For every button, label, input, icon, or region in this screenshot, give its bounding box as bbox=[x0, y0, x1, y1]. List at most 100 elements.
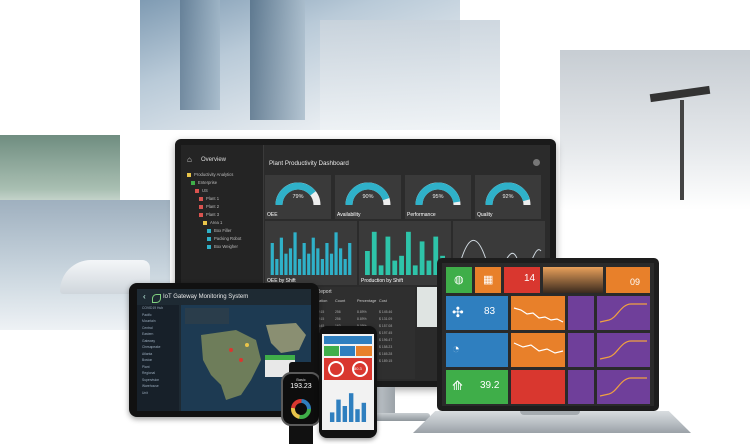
table-cell: $ 131.09 bbox=[379, 317, 393, 321]
tree-item[interactable]: Productivity Analytics bbox=[187, 171, 241, 179]
watch-ring-chart bbox=[291, 399, 311, 419]
calendar-value: 14 bbox=[524, 273, 536, 284]
user-icon[interactable] bbox=[533, 159, 540, 166]
tree-node-icon bbox=[195, 188, 199, 193]
tree-item-label: Area 1 bbox=[210, 220, 223, 225]
gauge-card-availability[interactable]: 90% Availability bbox=[335, 175, 401, 219]
watch-title: Basic bbox=[296, 378, 306, 382]
bar bbox=[307, 253, 311, 275]
table-column-header[interactable]: Percentage bbox=[357, 299, 379, 303]
wind-value: 83 bbox=[484, 306, 496, 317]
gauge-label: OEE bbox=[267, 212, 278, 218]
tablet-app-title: IoT Gateway Monitoring System bbox=[163, 294, 249, 300]
building-icon: ▦ bbox=[483, 274, 494, 286]
phone-bar-chart bbox=[329, 393, 367, 422]
factory-count-tile[interactable]: 09 bbox=[606, 267, 650, 293]
tree-item[interactable]: Enterprise bbox=[187, 179, 241, 187]
tree-item[interactable]: Plant 2 bbox=[187, 203, 241, 211]
tree-node-icon bbox=[199, 204, 203, 209]
tree-item[interactable]: Plant 1 bbox=[187, 195, 241, 203]
tree-item-label: Box Filler bbox=[214, 228, 232, 233]
factory-robot-photo bbox=[320, 20, 500, 130]
tree-item-label: Plant 3 bbox=[206, 212, 220, 217]
table-cell: $ 157.08 bbox=[379, 324, 393, 328]
gauge-card-performance[interactable]: 95% Performance bbox=[405, 175, 471, 219]
building-tile[interactable]: ▦ bbox=[475, 267, 501, 293]
table-column-header[interactable]: Cost bbox=[379, 299, 401, 303]
bar bbox=[329, 412, 335, 422]
table-column-header[interactable]: Count bbox=[335, 299, 357, 303]
gauge-card-oee[interactable]: 79% OEE bbox=[265, 175, 331, 219]
tree-item-label: Packing Robot bbox=[214, 236, 242, 241]
bar bbox=[336, 399, 341, 422]
bar bbox=[334, 232, 338, 275]
table-cell: $ 197.45 bbox=[379, 331, 393, 335]
bar bbox=[419, 241, 425, 275]
smartwatch: Basic 193.23 bbox=[281, 372, 321, 426]
table-cell: $ 165.28 bbox=[379, 352, 393, 356]
globe-icon: ◍ bbox=[454, 274, 464, 286]
power-value: 39.2 bbox=[480, 380, 500, 391]
purple-tile-2 bbox=[568, 333, 594, 367]
oee-by-shift-panel: OEE by Shift bbox=[265, 221, 357, 285]
bar bbox=[316, 248, 320, 275]
table-cell: $ 145.46 bbox=[379, 310, 393, 314]
tablet-sidebar-item[interactable]: Unit bbox=[137, 390, 179, 397]
tree-item[interactable]: Box Filler bbox=[187, 227, 241, 235]
phone-kpi-value: 80.3 bbox=[354, 366, 362, 371]
power-tower-tile[interactable]: ⟰ 39.2 bbox=[446, 370, 508, 404]
globe-tile[interactable]: ◍ bbox=[446, 267, 472, 293]
phone-tile-orange[interactable] bbox=[356, 346, 372, 356]
tree-item[interactable]: Packing Robot bbox=[187, 235, 241, 243]
calendar-tile[interactable]: 14 bbox=[504, 267, 540, 293]
table-row[interactable]: 5:32:152568.89%$ 145.46 bbox=[313, 309, 401, 316]
watch-band-bottom bbox=[289, 424, 313, 444]
bar bbox=[378, 265, 384, 275]
tree-item-label: Enterprise bbox=[198, 180, 218, 185]
laptop: ◍ ▦ 14 09 ✣ 83 ◔ ⟰ 39.2 bbox=[437, 258, 659, 411]
phone-tile-green[interactable] bbox=[324, 346, 339, 356]
gauge-value: 79% bbox=[292, 194, 304, 200]
table-row[interactable]: 5:32:152568.89%$ 131.09 bbox=[313, 316, 401, 323]
production-by-shift-label: Production by Shift bbox=[361, 278, 403, 284]
bar bbox=[325, 243, 329, 275]
tree-item[interactable]: Box Weigher bbox=[187, 243, 241, 251]
bar bbox=[355, 409, 360, 422]
tree-node-icon bbox=[203, 220, 207, 225]
tree-item-label: US bbox=[202, 188, 208, 193]
tree-item[interactable]: Plant 3 bbox=[187, 211, 241, 219]
laptop-lid-notch bbox=[520, 411, 580, 415]
table-cell: 8.89% bbox=[357, 317, 367, 321]
gauge-arc bbox=[275, 182, 321, 206]
laptop-dashboard: ◍ ▦ 14 09 ✣ 83 ◔ ⟰ 39.2 bbox=[442, 263, 654, 406]
asset-tree: Productivity Analytics Enterprise US Plant … bbox=[187, 171, 241, 251]
bar bbox=[302, 243, 306, 275]
oil-pump-photo bbox=[560, 50, 750, 210]
oee-by-shift-chart bbox=[270, 232, 352, 275]
tree-node-icon bbox=[199, 196, 203, 201]
bar bbox=[298, 259, 302, 275]
bar bbox=[342, 406, 348, 422]
bar bbox=[320, 259, 324, 275]
bar bbox=[348, 393, 354, 422]
bar bbox=[279, 237, 283, 275]
phone-tile-blue[interactable] bbox=[340, 346, 355, 356]
wind-turbine-tile[interactable]: ✣ 83 bbox=[446, 296, 508, 330]
downtime-table-header: Duration Count Percentage Cost bbox=[313, 299, 401, 303]
bar bbox=[385, 236, 391, 275]
factory-count-value: 09 bbox=[630, 277, 641, 287]
bar bbox=[399, 255, 404, 275]
gauge-value: 92% bbox=[502, 194, 514, 200]
purple-trend-tile-3 bbox=[597, 370, 650, 404]
gauge-tile[interactable]: ◔ bbox=[446, 333, 508, 367]
tree-node-icon bbox=[207, 228, 211, 233]
tree-node-icon bbox=[207, 236, 211, 241]
gauge-card-quality[interactable]: 92% Quality bbox=[475, 175, 541, 219]
back-arrow-icon[interactable]: ‹ bbox=[143, 292, 146, 301]
home-icon[interactable]: ⌂ bbox=[187, 156, 195, 164]
tree-item[interactable]: US bbox=[187, 187, 241, 195]
tree-item[interactable]: Area 1 bbox=[187, 219, 241, 227]
speedometer-icon: ◔ bbox=[452, 341, 460, 356]
tree-node-icon bbox=[191, 180, 195, 185]
tree-node-icon bbox=[207, 244, 211, 249]
